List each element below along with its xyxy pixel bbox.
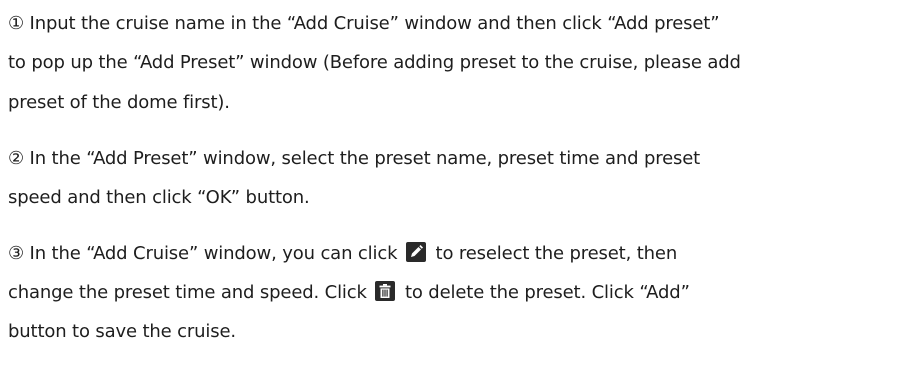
- step-2-line-1: ② In the “Add Preset” window, select the…: [8, 148, 701, 169]
- step-3-line-2-text-b: to delete the preset. Click “Add”: [404, 282, 690, 303]
- step-3-line-3: button to save the cruise.: [8, 321, 236, 342]
- step-1-line-3: preset of the dome first).: [8, 92, 230, 113]
- trash-delete-icon: [375, 281, 396, 301]
- step-3-line-2: change the preset time and speed. Click …: [8, 281, 690, 305]
- step-3-line-1-text-b: to reselect the preset, then: [435, 243, 678, 264]
- step-2-line-2: speed and then click “OK” button.: [8, 187, 310, 208]
- instruction-document: ① Input the cruise name in the “Add Crui…: [0, 0, 909, 367]
- step-1-line-1: ① Input the cruise name in the “Add Crui…: [8, 13, 720, 34]
- step-1-line-2: to pop up the “Add Preset” window (Befor…: [8, 52, 741, 73]
- step-3-line-2-text-a: change the preset time and speed. Click: [8, 282, 367, 303]
- pencil-edit-icon: [405, 242, 426, 262]
- step-3-line-1-text-a: ③ In the “Add Cruise” window, you can cl…: [8, 243, 398, 264]
- step-3-line-1: ③ In the “Add Cruise” window, you can cl…: [8, 242, 677, 266]
